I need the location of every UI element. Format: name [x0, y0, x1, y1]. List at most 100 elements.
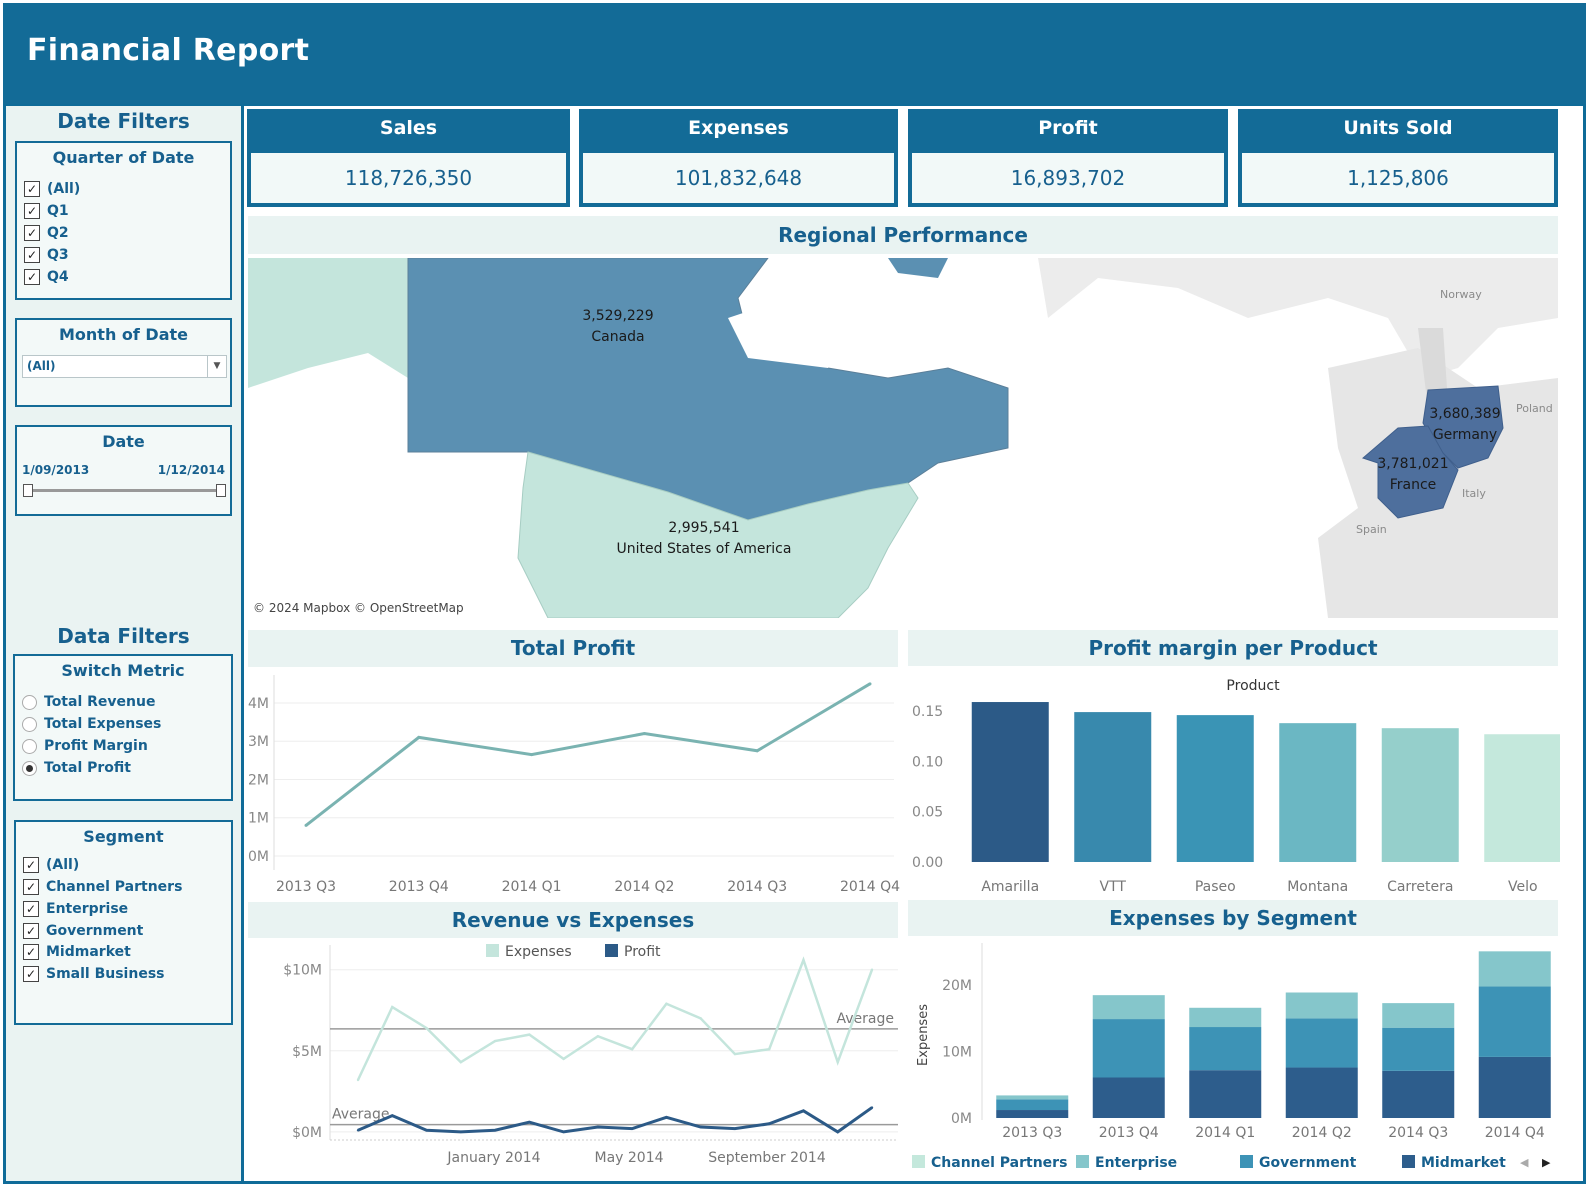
expenses-segment-chart[interactable]: 0M 10M 20M Expenses 2013 Q3 2013 Q4 2014 Q1 201…	[904, 938, 1560, 1176]
bar-segment-government	[1382, 1027, 1455, 1071]
total-profit-title: Total Profit	[248, 630, 898, 667]
bar-segment-midmarket	[996, 1110, 1069, 1118]
metric-option-total-revenue[interactable]: Total Revenue	[22, 692, 155, 712]
segment-option-channel-partners[interactable]: ✓ Channel Partners	[23, 877, 182, 897]
bar-segment-enterprise	[1478, 951, 1551, 987]
data-point	[836, 1130, 839, 1134]
legend-swatch	[1076, 1155, 1089, 1168]
data-point	[304, 823, 308, 827]
x-tick-label: September 2014	[708, 1150, 826, 1166]
segment-option-midmarket[interactable]: ✓ Midmarket	[23, 942, 131, 962]
map-label-value: 3,529,229	[582, 308, 653, 324]
chevron-down-icon[interactable]: ▼	[207, 356, 226, 377]
quarter-option-q3[interactable]: ✓ Q3	[24, 245, 69, 265]
data-point	[836, 1060, 839, 1064]
kpi-value: 101,832,648	[583, 153, 894, 203]
checkbox-icon[interactable]: ✓	[24, 247, 40, 263]
data-point	[417, 735, 421, 739]
radio-selected-icon[interactable]	[22, 760, 37, 776]
legend-next-icon[interactable]: ▶	[1542, 1156, 1551, 1169]
data-point	[768, 1047, 771, 1051]
quarter-option-q1[interactable]: ✓ Q1	[24, 201, 69, 221]
kpi-value: 16,893,702	[912, 153, 1224, 203]
date-slider-start-handle[interactable]	[23, 484, 33, 497]
metric-option-profit-margin[interactable]: Profit Margin	[22, 736, 148, 756]
bar	[1484, 734, 1560, 862]
segment-option-enterprise[interactable]: ✓ Enterprise	[23, 899, 128, 919]
radio-icon[interactable]	[22, 738, 37, 754]
x-tick-label: 2013 Q4	[1099, 1125, 1159, 1141]
legend-label: Expenses	[505, 944, 572, 960]
checkbox-icon[interactable]: ✓	[23, 879, 39, 895]
kpi-title: Units Sold	[1343, 117, 1453, 139]
y-tick-label: 3M	[248, 734, 269, 750]
data-point	[493, 1039, 497, 1043]
legend-label: Enterprise	[1095, 1155, 1177, 1171]
bar-segment-midmarket	[1189, 1070, 1262, 1118]
bar-segment-enterprise	[996, 1095, 1069, 1100]
month-filter: Month of Date (All) ▼	[15, 318, 232, 407]
x-tick-label: 2014 Q4	[840, 879, 900, 895]
metric-option-total-expenses[interactable]: Total Expenses	[22, 714, 161, 734]
checkbox-icon[interactable]: ✓	[23, 901, 39, 917]
revenue-expenses-chart[interactable]: Expenses Profit$0M$5M$10MAverageAverageJa…	[244, 940, 900, 1168]
data-point	[391, 1114, 394, 1117]
radio-icon[interactable]	[22, 716, 37, 732]
data-point	[528, 1033, 531, 1036]
bar	[1279, 723, 1357, 862]
checkbox-icon[interactable]: ✓	[23, 857, 39, 873]
bar	[1381, 728, 1459, 862]
bar-segment-enterprise	[1092, 995, 1165, 1020]
radio-icon[interactable]	[22, 694, 37, 710]
segment-option-all[interactable]: ✓ (All)	[23, 855, 79, 875]
data-point	[699, 1125, 702, 1129]
profit-margin-chart[interactable]: Product 0.00 0.05 0.10 0.15 Amarilla VTT Paseo M…	[904, 666, 1560, 896]
quarter-option-q2[interactable]: ✓ Q2	[24, 223, 69, 243]
y-axis-label: Expenses	[916, 1004, 931, 1066]
x-tick-label: VTT	[1100, 879, 1127, 895]
segment-option-small-business[interactable]: ✓ Small Business	[23, 964, 165, 984]
legend-swatch	[486, 944, 499, 957]
page-header: Financial Report	[3, 3, 1586, 104]
basemap-label: Poland	[1516, 402, 1553, 415]
data-point	[699, 1017, 702, 1020]
data-point	[733, 1127, 737, 1130]
x-tick-label: 2013 Q3	[276, 879, 336, 895]
segment-option-label: Government	[46, 923, 144, 939]
y-tick-label: 0.00	[912, 855, 943, 871]
map-label-name: Germany	[1433, 427, 1497, 443]
data-point	[356, 1078, 360, 1082]
quarter-option-all[interactable]: ✓ (All)	[24, 179, 80, 199]
segment-option-government[interactable]: ✓ Government	[23, 921, 143, 941]
checkbox-icon[interactable]: ✓	[23, 966, 39, 982]
y-tick-label: 4M	[248, 696, 269, 712]
date-slider-end-handle[interactable]	[216, 484, 226, 497]
segment-option-label: Channel Partners	[46, 879, 183, 895]
y-tick-label: $5M	[292, 1044, 322, 1060]
metric-option-total-profit[interactable]: Total Profit	[22, 758, 131, 778]
checkbox-icon[interactable]: ✓	[23, 944, 39, 960]
x-tick-label: 2013 Q3	[1002, 1125, 1062, 1141]
legend-prev-icon[interactable]: ◀	[1520, 1156, 1529, 1169]
revenue-expenses-title: Revenue vs Expenses	[248, 902, 898, 938]
data-filters-heading: Data Filters	[57, 624, 190, 648]
checkbox-icon[interactable]: ✓	[23, 923, 39, 939]
total-profit-chart[interactable]: 0M 1M 2M 3M 4M 2013 Q3 2013 Q4 2014 Q1 2014 Q2 20…	[244, 670, 900, 896]
y-tick-label: 20M	[942, 978, 972, 994]
data-point	[802, 1109, 805, 1113]
month-dropdown[interactable]: (All) ▼	[22, 355, 227, 378]
data-point	[596, 1125, 600, 1129]
checkbox-icon[interactable]: ✓	[24, 269, 40, 285]
checkbox-icon[interactable]: ✓	[24, 181, 40, 197]
date-range-slider[interactable]	[27, 489, 220, 492]
quarter-option-q4[interactable]: ✓ Q4	[24, 267, 69, 287]
checkbox-icon[interactable]: ✓	[24, 203, 40, 219]
regional-map[interactable]: 3,529,229 Canada 2,995,541 United States…	[248, 258, 1558, 618]
bar-segment-midmarket	[1285, 1067, 1358, 1118]
metric-option-label: Profit Margin	[44, 738, 148, 754]
metric-option-label: Total Revenue	[44, 694, 156, 710]
data-point	[530, 753, 534, 757]
checkbox-icon[interactable]: ✓	[24, 225, 40, 241]
metric-option-label: Total Expenses	[44, 716, 162, 732]
bar-segment-enterprise	[1285, 992, 1358, 1019]
